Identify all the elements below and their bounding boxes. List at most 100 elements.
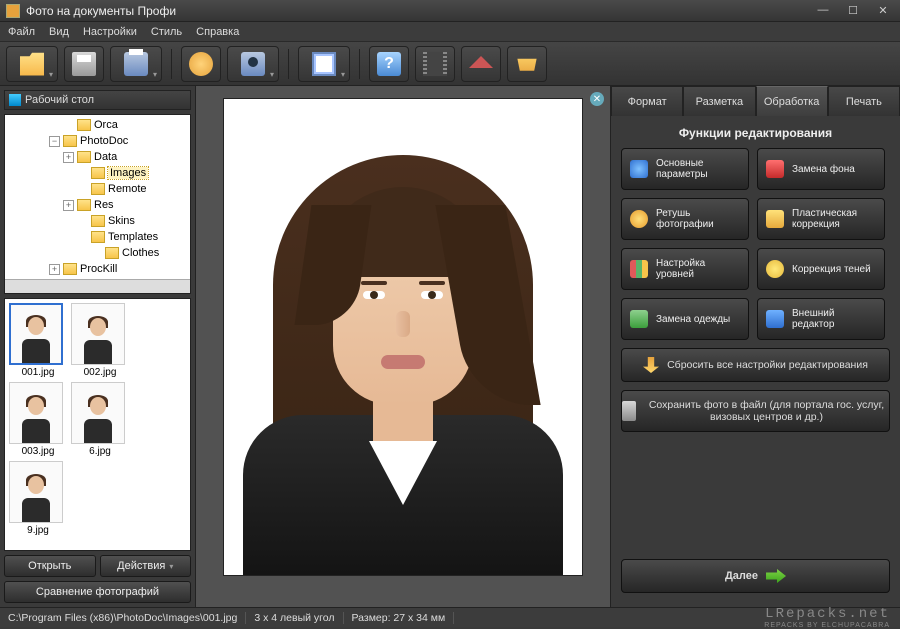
basic-params-button[interactable]: Основные параметры (621, 148, 749, 190)
frame-button[interactable] (298, 46, 350, 82)
print-button[interactable] (110, 46, 162, 82)
tab-process[interactable]: Обработка (756, 86, 828, 116)
tree-item[interactable]: + Res (5, 197, 190, 213)
minimize-button[interactable]: — (812, 4, 834, 18)
photo-canvas[interactable] (223, 98, 583, 576)
brush-icon (766, 160, 784, 178)
thumbnail-image (71, 382, 125, 444)
thumbnail-label: 9.jpg (9, 525, 67, 536)
photo-portrait (243, 135, 563, 575)
expand-toggle[interactable]: + (63, 152, 74, 163)
levels-icon (630, 260, 648, 278)
tutorial-button[interactable] (415, 46, 455, 82)
tree-item[interactable]: + ProcKill (5, 261, 190, 277)
tree-item[interactable]: Skins (5, 213, 190, 229)
rotate-icon (189, 52, 213, 76)
separator (288, 49, 289, 79)
folder-tree[interactable]: Orca − PhotoDoc + Data Images Remote + Res SkinsT… (4, 114, 191, 294)
window-title: Фото на документы Профи (26, 4, 812, 18)
replace-bg-button[interactable]: Замена фона (757, 148, 885, 190)
horizontal-scrollbar[interactable] (5, 279, 190, 293)
tree-item[interactable]: Remote (5, 181, 190, 197)
shop-button[interactable] (507, 46, 547, 82)
folder-icon (77, 119, 91, 131)
thumbnail[interactable]: 6.jpg (71, 382, 129, 457)
tree-label: ProcKill (80, 263, 117, 275)
thumbnail[interactable]: 9.jpg (9, 461, 67, 536)
tab-print[interactable]: Печать (828, 86, 900, 116)
status-size: Размер: 27 x 34 мм (344, 612, 455, 624)
help-icon: ? (377, 52, 401, 76)
thumbnail[interactable]: 001.jpg (9, 303, 67, 378)
tree-item[interactable]: Templates (5, 229, 190, 245)
save-file-button[interactable]: Сохранить фото в файл (для портала гос. … (621, 390, 890, 432)
thumbnail[interactable]: 002.jpg (71, 303, 129, 378)
next-button[interactable]: Далее (621, 559, 890, 593)
menu-file[interactable]: Файл (8, 26, 35, 38)
tree-label: Data (94, 151, 117, 163)
save-button[interactable] (64, 46, 104, 82)
breadcrumb[interactable]: Рабочий стол (4, 90, 191, 110)
close-preview-button[interactable]: ✕ (590, 92, 604, 106)
tab-markup[interactable]: Разметка (683, 86, 755, 116)
actions-button[interactable]: Действия (100, 555, 192, 577)
tree-item[interactable]: Clothes (5, 245, 190, 261)
expand-toggle[interactable]: + (49, 264, 60, 275)
status-format: 3 x 4 левый угол (246, 612, 343, 624)
plastic-button[interactable]: Пластическая коррекция (757, 198, 885, 240)
thumbnail[interactable]: 003.jpg (9, 382, 67, 457)
breadcrumb-label: Рабочий стол (25, 94, 94, 106)
open-button[interactable]: Открыть (4, 555, 96, 577)
tree-label: PhotoDoc (80, 135, 128, 147)
tree-item[interactable]: − PhotoDoc (5, 133, 190, 149)
expand-toggle[interactable]: − (49, 136, 60, 147)
tab-format[interactable]: Формат (611, 86, 683, 116)
gear-icon (630, 160, 648, 178)
retouch-button[interactable]: Ретушь фотографии (621, 198, 749, 240)
tree-label: Clothes (122, 247, 159, 259)
maximize-button[interactable]: ☐ (842, 4, 864, 18)
folder-icon (91, 183, 105, 195)
function-grid: Основные параметры Замена фона Ретушь фо… (611, 148, 900, 340)
expand-toggle[interactable]: + (63, 200, 74, 211)
monitor-icon (766, 310, 784, 328)
tree-label: Res (94, 199, 114, 211)
thumbnail-label: 003.jpg (9, 446, 67, 457)
thumbnail-label: 001.jpg (9, 367, 67, 378)
bulb-icon (766, 260, 784, 278)
main-area: Рабочий стол Orca − PhotoDoc + Data Images Rem… (0, 86, 900, 607)
save-icon (72, 52, 96, 76)
thumbnail-label: 6.jpg (71, 446, 129, 457)
reset-button[interactable]: Сбросить все настройки редактирования (621, 348, 890, 382)
help-button[interactable]: ? (369, 46, 409, 82)
menu-help[interactable]: Справка (196, 26, 239, 38)
tree-item[interactable]: Orca (5, 117, 190, 133)
levels-button[interactable]: Настройка уровней (621, 248, 749, 290)
tree-item[interactable]: Images (5, 165, 190, 181)
titlebar: Фото на документы Профи — ☐ ✕ (0, 0, 900, 22)
toolbar: ? (0, 42, 900, 86)
compare-button[interactable]: Сравнение фотографий (4, 581, 191, 603)
thumbnail-grid[interactable]: 001.jpg 002.jpg 003.jpg 6.jpg 9.jpg (4, 298, 191, 551)
print-icon (124, 52, 148, 76)
thumbnail-image (71, 303, 125, 365)
tree-item[interactable]: + Data (5, 149, 190, 165)
open-folder-button[interactable] (6, 46, 58, 82)
folder-icon (20, 52, 44, 76)
rotate-button[interactable] (181, 46, 221, 82)
clothes-button[interactable]: Замена одежды (621, 298, 749, 340)
camera-button[interactable] (227, 46, 279, 82)
home-button[interactable] (461, 46, 501, 82)
close-button[interactable]: ✕ (872, 4, 894, 18)
external-editor-button[interactable]: Внешний редактор (757, 298, 885, 340)
folder-icon (105, 247, 119, 259)
palette-icon (630, 210, 648, 228)
thumbnail-label: 002.jpg (71, 367, 129, 378)
right-panel: Формат Разметка Обработка Печать Функции… (610, 86, 900, 607)
clothes-icon (630, 310, 648, 328)
menu-settings[interactable]: Настройки (83, 26, 137, 38)
shadows-button[interactable]: Коррекция теней (757, 248, 885, 290)
menu-view[interactable]: Вид (49, 26, 69, 38)
tree-label: Images (108, 167, 148, 179)
menu-style[interactable]: Стиль (151, 26, 182, 38)
